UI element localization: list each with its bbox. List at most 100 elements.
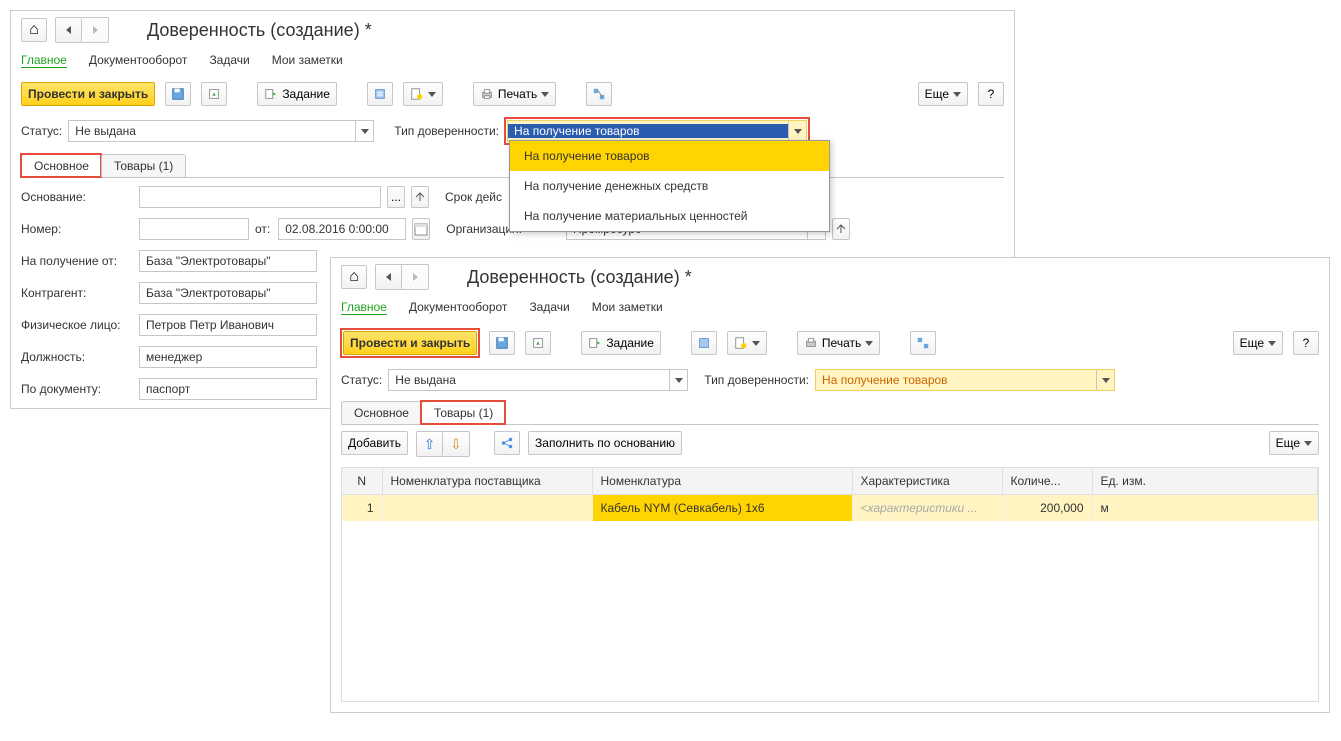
- nav-back-button[interactable]: [376, 265, 402, 289]
- chevron-down-icon: [794, 129, 802, 134]
- chevron-down-icon: [361, 129, 369, 134]
- relations-icon: [916, 336, 930, 350]
- dropdown-item[interactable]: На получение денежных средств: [510, 171, 829, 201]
- table-row[interactable]: 1 Кабель NYM (Севкабель) 1х6 <характерис…: [342, 495, 1318, 522]
- open-icon: [415, 192, 425, 202]
- attach-icon: [734, 336, 748, 350]
- tab-main[interactable]: Основное: [21, 154, 102, 177]
- print-button[interactable]: Печать: [797, 331, 880, 355]
- table-more-button[interactable]: Еще: [1269, 431, 1319, 455]
- post-button[interactable]: [201, 82, 227, 106]
- tab-main[interactable]: Основное: [341, 401, 422, 424]
- type-select[interactable]: На получение товаров: [815, 369, 1115, 391]
- recv-input[interactable]: База "Электротовары": [139, 250, 317, 272]
- home-icon: [349, 268, 359, 286]
- nav-back-button[interactable]: [56, 18, 82, 42]
- recv-label: На получение от:: [21, 254, 129, 268]
- dropdown-icon: [428, 92, 436, 97]
- list-button[interactable]: [691, 331, 717, 355]
- status-select[interactable]: Не выдана: [388, 369, 688, 391]
- task-icon: [588, 336, 602, 350]
- menu-tasks[interactable]: Задачи: [209, 53, 249, 68]
- fill-button[interactable]: Заполнить по основанию: [528, 431, 682, 455]
- pos-input[interactable]: менеджер: [139, 346, 317, 368]
- attach-button[interactable]: [727, 331, 767, 355]
- home-button[interactable]: [21, 18, 47, 42]
- dropdown-item[interactable]: На получение товаров: [510, 141, 829, 171]
- task-button[interactable]: Задание: [581, 331, 661, 355]
- col-unit[interactable]: Ед. изм.: [1092, 468, 1318, 495]
- help-button[interactable]: ?: [978, 82, 1004, 106]
- dropdown-item[interactable]: На получение материальных ценностей: [510, 201, 829, 231]
- dropdown-toggle[interactable]: [1096, 370, 1114, 390]
- tab-goods[interactable]: Товары (1): [421, 401, 506, 424]
- open-ref-button[interactable]: [411, 186, 429, 208]
- share-button[interactable]: [494, 431, 520, 455]
- back-icon: [386, 273, 391, 281]
- type-label: Тип доверенности:: [704, 373, 809, 387]
- open-org-button[interactable]: [832, 218, 850, 240]
- chevron-down-icon: [675, 378, 683, 383]
- forward-icon: [413, 273, 418, 281]
- col-qty[interactable]: Количе...: [1002, 468, 1092, 495]
- person-input[interactable]: Петров Петр Иванович: [139, 314, 317, 336]
- add-button[interactable]: Добавить: [341, 431, 408, 455]
- table-toolbar: Добавить ⇧ ⇩ Заполнить по основанию Еще: [331, 425, 1329, 463]
- cell-nomen: Кабель NYM (Севкабель) 1х6: [592, 495, 852, 522]
- home-button[interactable]: [341, 265, 367, 289]
- save-button[interactable]: [165, 82, 191, 106]
- more-button[interactable]: Еще: [1233, 331, 1283, 355]
- date-input[interactable]: 02.08.2016 0:00:00: [278, 218, 406, 240]
- post-button[interactable]: [525, 331, 551, 355]
- toolbar: Провести и закрыть Задание Печать Еще ?: [11, 76, 1014, 112]
- col-supplier[interactable]: Номенклатура поставщика: [382, 468, 592, 495]
- attach-button[interactable]: [403, 82, 443, 106]
- more-button[interactable]: Еще: [918, 82, 968, 106]
- status-select[interactable]: Не выдана: [68, 120, 374, 142]
- open-basis-button[interactable]: ...: [387, 186, 405, 208]
- basis-label: Основание:: [21, 190, 129, 204]
- post-close-button[interactable]: Провести и закрыть: [21, 82, 155, 106]
- basis-input[interactable]: [139, 186, 381, 208]
- status-label: Статус:: [341, 373, 382, 387]
- nav-forward-button[interactable]: [402, 265, 428, 289]
- tab-goods[interactable]: Товары (1): [101, 154, 186, 177]
- calendar-button[interactable]: [412, 218, 430, 240]
- move-up-button[interactable]: ⇧: [417, 432, 443, 456]
- nav-forward-button[interactable]: [82, 18, 108, 42]
- menu-doc[interactable]: Документооборот: [89, 53, 188, 68]
- dropdown-toggle[interactable]: [669, 370, 687, 390]
- arrow-up-icon: ⇧: [424, 436, 436, 453]
- task-button[interactable]: Задание: [257, 82, 337, 106]
- menu-tasks[interactable]: Задачи: [529, 300, 569, 315]
- dropdown-toggle[interactable]: [788, 121, 806, 141]
- dropdown-icon: [752, 341, 760, 346]
- number-input[interactable]: [139, 218, 249, 240]
- list-button[interactable]: [367, 82, 393, 106]
- cell-unit: м: [1092, 495, 1318, 522]
- menu-doc[interactable]: Документооборот: [409, 300, 508, 315]
- dropdown-toggle[interactable]: [355, 121, 373, 141]
- doc-input[interactable]: паспорт: [139, 378, 317, 400]
- relations-button[interactable]: [910, 331, 936, 355]
- col-nomen[interactable]: Номенклатура: [592, 468, 852, 495]
- table-empty-area[interactable]: [342, 521, 1318, 701]
- move-down-button[interactable]: ⇩: [443, 432, 469, 456]
- type-select[interactable]: На получение товаров: [507, 120, 807, 142]
- print-button[interactable]: Печать: [473, 82, 556, 106]
- help-button[interactable]: ?: [1293, 331, 1319, 355]
- save-button[interactable]: [489, 331, 515, 355]
- col-n[interactable]: N: [342, 468, 382, 495]
- menu-main[interactable]: Главное: [21, 53, 67, 68]
- menu-notes[interactable]: Мои заметки: [272, 53, 343, 68]
- menu-notes[interactable]: Мои заметки: [592, 300, 663, 315]
- arrow-down-icon: ⇩: [450, 436, 462, 453]
- menu-main[interactable]: Главное: [341, 300, 387, 315]
- contr-input[interactable]: База "Электротовары": [139, 282, 317, 304]
- topbar: Доверенность (создание) *: [331, 258, 1329, 296]
- col-char[interactable]: Характеристика: [852, 468, 1002, 495]
- post-close-button[interactable]: Провести и закрыть: [343, 331, 477, 355]
- cell-char: <характеристики ...: [852, 495, 1002, 522]
- forward-icon: [93, 26, 98, 34]
- relations-button[interactable]: [586, 82, 612, 106]
